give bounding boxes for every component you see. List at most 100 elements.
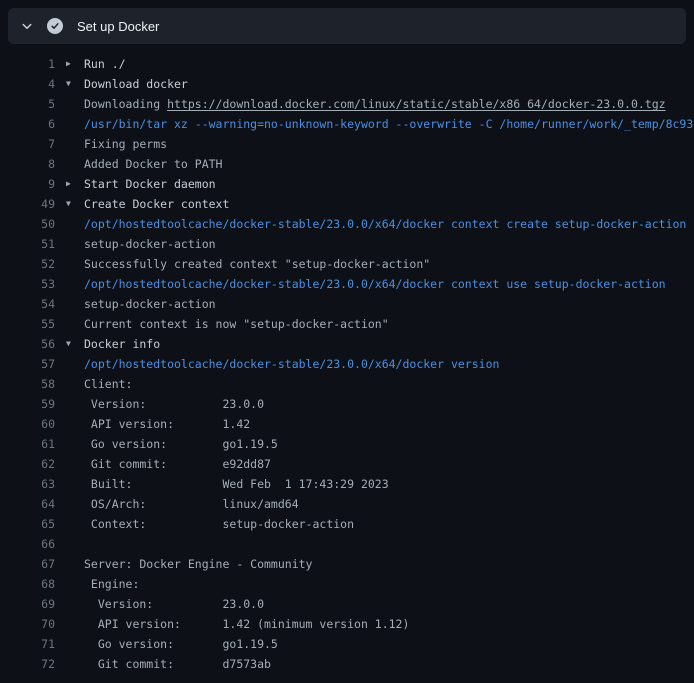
workflow-log-viewer: Set up Docker 1▶Run ./4▼Download docker5… bbox=[0, 0, 694, 683]
line-number[interactable]: 5 bbox=[0, 94, 55, 114]
log-text: Version: 23.0.0 bbox=[84, 394, 694, 414]
log-line: 53/opt/hostedtoolcache/docker-stable/23.… bbox=[0, 274, 694, 294]
log-text: Added Docker to PATH bbox=[84, 154, 694, 174]
check-circle-icon bbox=[47, 18, 63, 34]
line-number[interactable]: 51 bbox=[0, 234, 55, 254]
log-line: 60 API version: 1.42 bbox=[0, 414, 694, 434]
log-line: 67 Server: Docker Engine - Community bbox=[0, 554, 694, 574]
log-text: Successfully created context "setup-dock… bbox=[84, 254, 694, 274]
log-text: Docker info bbox=[84, 334, 694, 354]
line-number[interactable]: 60 bbox=[0, 414, 55, 434]
log-text: Go version: go1.19.5 bbox=[84, 634, 694, 654]
log-text: OS/Arch: linux/amd64 bbox=[84, 494, 694, 514]
log-group-line[interactable]: 49▼Create Docker context bbox=[0, 194, 694, 214]
line-number[interactable]: 66 bbox=[0, 534, 55, 554]
log-group-line[interactable]: 56▼Docker info bbox=[0, 334, 694, 354]
line-number[interactable]: 69 bbox=[0, 594, 55, 614]
log-line: 51 setup-docker-action bbox=[0, 234, 694, 254]
log-line: 66 bbox=[0, 534, 694, 554]
log-text: Download docker bbox=[84, 74, 694, 94]
line-number[interactable]: 49 bbox=[0, 194, 55, 214]
log-group-line[interactable]: 9▶Start Docker daemon bbox=[0, 174, 694, 194]
log-line: 62 Git commit: e92dd87 bbox=[0, 454, 694, 474]
log-line: 69 Version: 23.0.0 bbox=[0, 594, 694, 614]
log-text: Run ./ bbox=[84, 54, 694, 74]
line-number[interactable]: 65 bbox=[0, 514, 55, 534]
log-line: 50/opt/hostedtoolcache/docker-stable/23.… bbox=[0, 214, 694, 234]
log-text: Context: setup-docker-action bbox=[84, 514, 694, 534]
log-text: Start Docker daemon bbox=[84, 174, 694, 194]
log-line: 52 Successfully created context "setup-do… bbox=[0, 254, 694, 274]
line-number[interactable]: 71 bbox=[0, 634, 55, 654]
log-text: Engine: bbox=[84, 574, 694, 594]
chevron-down-icon[interactable] bbox=[20, 19, 34, 33]
group-expanded-icon[interactable]: ▼ bbox=[55, 74, 84, 94]
line-number[interactable]: 52 bbox=[0, 254, 55, 274]
log-text: Git commit: d7573ab bbox=[84, 654, 694, 674]
line-number[interactable]: 53 bbox=[0, 274, 55, 294]
log-group-line[interactable]: 1▶Run ./ bbox=[0, 54, 694, 74]
group-expanded-icon[interactable]: ▼ bbox=[55, 334, 84, 354]
log-line: 58Client: bbox=[0, 374, 694, 394]
log-text: setup-docker-action bbox=[84, 234, 694, 254]
line-number[interactable]: 70 bbox=[0, 614, 55, 634]
log-text: setup-docker-action bbox=[84, 294, 694, 314]
step-title: Set up Docker bbox=[77, 19, 159, 34]
log-line: 57/opt/hostedtoolcache/docker-stable/23.… bbox=[0, 354, 694, 374]
log-line: 55 Current context is now "setup-docker-a… bbox=[0, 314, 694, 334]
log-line: 65 Context: setup-docker-action bbox=[0, 514, 694, 534]
group-collapsed-icon[interactable]: ▶ bbox=[55, 174, 84, 194]
line-number[interactable]: 8 bbox=[0, 154, 55, 174]
group-collapsed-icon[interactable]: ▶ bbox=[55, 54, 84, 74]
log-text-prefix: Downloading bbox=[84, 97, 167, 111]
log-text: Current context is now "setup-docker-act… bbox=[84, 314, 694, 334]
log-text: Server: Docker Engine - Community bbox=[84, 554, 694, 574]
log-text: /opt/hostedtoolcache/docker-stable/23.0.… bbox=[84, 214, 694, 234]
group-expanded-icon[interactable]: ▼ bbox=[55, 194, 84, 214]
line-number[interactable]: 58 bbox=[0, 374, 55, 394]
line-number[interactable]: 62 bbox=[0, 454, 55, 474]
log-text: Fixing perms bbox=[84, 134, 694, 154]
log-line: 72 Git commit: d7573ab bbox=[0, 654, 694, 674]
line-number[interactable]: 72 bbox=[0, 654, 55, 674]
line-number[interactable]: 64 bbox=[0, 494, 55, 514]
log-line: 5 Downloading https://download.docker.com… bbox=[0, 94, 694, 114]
log-line: 59 Version: 23.0.0 bbox=[0, 394, 694, 414]
line-number[interactable]: 7 bbox=[0, 134, 55, 154]
log-text: Go version: go1.19.5 bbox=[84, 434, 694, 454]
line-number[interactable]: 1 bbox=[0, 54, 55, 74]
line-number[interactable]: 56 bbox=[0, 334, 55, 354]
log-group-line[interactable]: 4▼Download docker bbox=[0, 74, 694, 94]
log-line: 54 setup-docker-action bbox=[0, 294, 694, 314]
log-text: /opt/hostedtoolcache/docker-stable/23.0.… bbox=[84, 354, 694, 374]
log-line: 64 OS/Arch: linux/amd64 bbox=[0, 494, 694, 514]
log-text: /usr/bin/tar xz --warning=no-unknown-key… bbox=[84, 114, 694, 134]
log-text: Git commit: e92dd87 bbox=[84, 454, 694, 474]
log-lines-container: 1▶Run ./4▼Download docker5Downloading ht… bbox=[0, 44, 694, 683]
log-line: 61 Go version: go1.19.5 bbox=[0, 434, 694, 454]
line-number[interactable]: 54 bbox=[0, 294, 55, 314]
log-text: Create Docker context bbox=[84, 194, 694, 214]
log-line: 7 Fixing perms bbox=[0, 134, 694, 154]
log-text: Built: Wed Feb 1 17:43:29 2023 bbox=[84, 474, 694, 494]
line-number[interactable]: 9 bbox=[0, 174, 55, 194]
log-line: 63 Built: Wed Feb 1 17:43:29 2023 bbox=[0, 474, 694, 494]
line-number[interactable]: 61 bbox=[0, 434, 55, 454]
line-number[interactable]: 55 bbox=[0, 314, 55, 334]
log-line: 68 Engine: bbox=[0, 574, 694, 594]
step-header[interactable]: Set up Docker bbox=[8, 8, 686, 44]
line-number[interactable]: 67 bbox=[0, 554, 55, 574]
line-number[interactable]: 57 bbox=[0, 354, 55, 374]
log-line: 70 API version: 1.42 (minimum version 1.… bbox=[0, 614, 694, 634]
line-number[interactable]: 4 bbox=[0, 74, 55, 94]
line-number[interactable]: 6 bbox=[0, 114, 55, 134]
log-line: 6/usr/bin/tar xz --warning=no-unknown-ke… bbox=[0, 114, 694, 134]
line-number[interactable]: 59 bbox=[0, 394, 55, 414]
line-number[interactable]: 63 bbox=[0, 474, 55, 494]
line-number[interactable]: 50 bbox=[0, 214, 55, 234]
log-text: API version: 1.42 bbox=[84, 414, 694, 434]
line-number[interactable]: 68 bbox=[0, 574, 55, 594]
log-text: API version: 1.42 (minimum version 1.12) bbox=[84, 614, 694, 634]
log-text: Downloading https://download.docker.com/… bbox=[84, 94, 694, 114]
log-link[interactable]: https://download.docker.com/linux/static… bbox=[167, 97, 666, 111]
